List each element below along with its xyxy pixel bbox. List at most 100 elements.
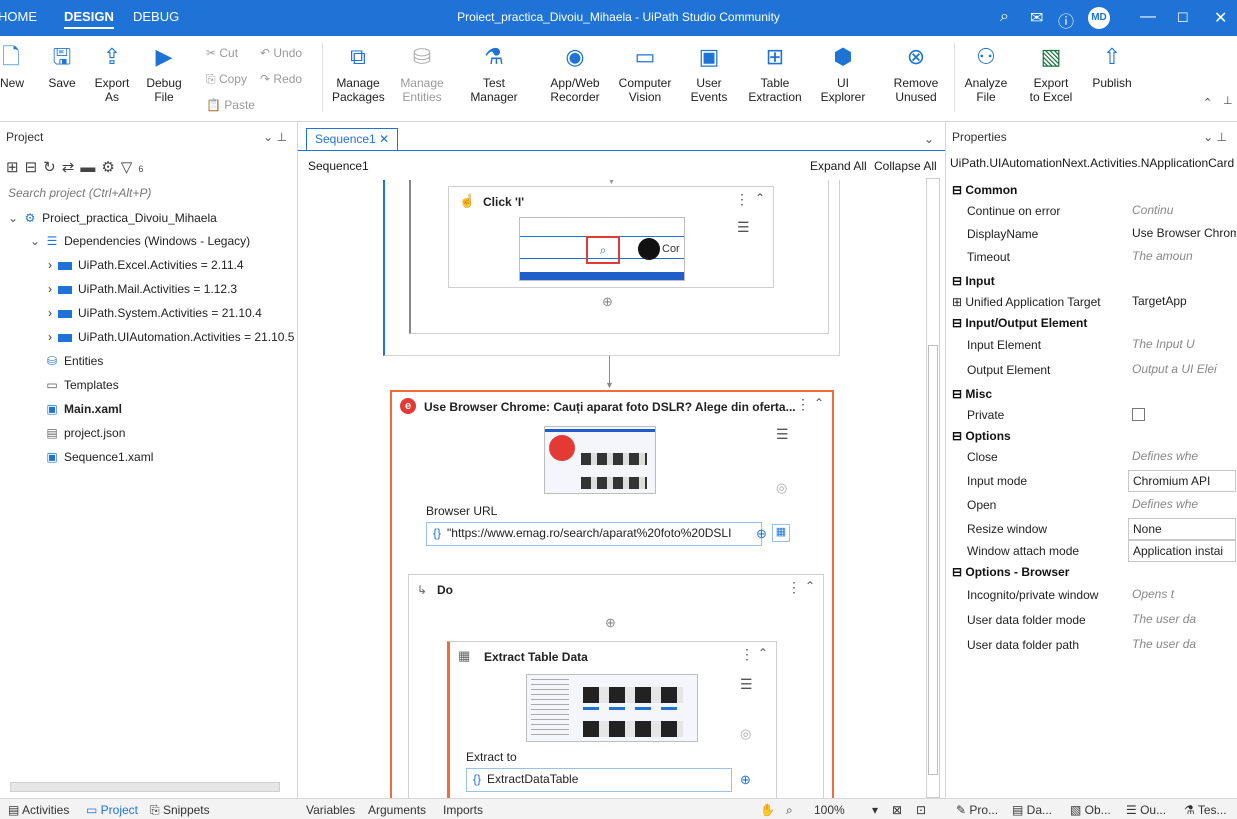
tree-entities[interactable]: ⛁ Entities [44,354,103,368]
pin-icon[interactable]: ⊥ [1223,94,1233,107]
expand-all-icon[interactable]: ⊞ [6,159,25,176]
hamburger-icon[interactable]: ☰ [740,676,753,693]
tree-file-project-json[interactable]: ▤ project.json [44,426,125,440]
hamburger-icon[interactable]: ☰ [737,219,750,236]
manage-packages-button[interactable]: ⧉ Manage Packages [332,42,385,104]
bottom-tab-project[interactable]: ▭ Project [86,803,138,817]
undo-button[interactable]: ↶ Undo [260,46,302,60]
prop-continue-on-error[interactable]: Continue on error Continu [946,200,1237,223]
zoom-dropdown-icon[interactable]: ▾ [872,803,878,817]
scrollbar-thumb[interactable] [928,345,938,775]
prop-close[interactable]: Close Defines whe [946,446,1237,469]
test-manager-button[interactable]: ⚗ Test Manager [466,42,522,104]
publish-button[interactable]: ⇧ Publish [1090,42,1134,90]
prop-value[interactable]: TargetApp [1128,291,1236,313]
prop-value[interactable]: The Input U [1128,334,1236,356]
browser-url-input[interactable]: {} "https://www.emag.ro/search/aparat%20f… [426,522,762,546]
tab-home[interactable]: HOME [0,9,37,24]
prop-input-mode[interactable]: Input mode Chromium API [946,470,1237,493]
table-extraction-button[interactable]: ⊞ Table Extraction [744,42,806,104]
collapse-activity-icon[interactable]: ⌃ [755,191,765,205]
tree-package-mail[interactable]: › UiPath.Mail.Activities = 1.12.3 [48,282,237,296]
close-tab-icon[interactable]: ✕ [379,132,389,146]
extract-to-input[interactable]: {} ExtractDataTable [466,768,732,792]
collapse-ribbon-icon[interactable]: ⌃ [1203,96,1212,109]
tree-root[interactable]: ⌄ ⚙ Proiect_practica_Divoiu_Mihaela [8,211,217,225]
extract-table-activity[interactable]: ▦ Extract Table Data ⋮ ⌃ ☰ ◎ Extract to … [447,641,777,798]
target-icon[interactable]: ◎ [740,726,751,742]
prop-incognito[interactable]: Incognito/private window Opens t [946,584,1237,607]
activity-menu-icon[interactable]: ⋮ [740,646,754,663]
collapse-all-link[interactable]: Collapse All [874,159,937,173]
target-icon[interactable]: ◎ [776,480,787,496]
prop-value[interactable]: Defines whe [1128,494,1236,516]
save-button[interactable]: 🖫 Save [45,42,79,90]
collapse-activity-icon[interactable]: ⌃ [814,396,824,410]
tree-package-uiautomation[interactable]: › UiPath.UIAutomation.Activities = 21.10.… [48,330,294,344]
tab-variables[interactable]: Variables [306,803,355,817]
prop-value[interactable]: Use Browser Chrome [1128,223,1236,245]
section-options[interactable]: ⊟ Options [946,426,1237,446]
ui-explorer-button[interactable]: ⬢ UI Explorer [818,42,868,104]
paste-button[interactable]: 📋 Paste [206,98,255,112]
analyze-file-button[interactable]: ⚇ Analyze File [962,42,1010,104]
filter-icon[interactable]: ▽ [121,159,139,176]
collapse-all-icon[interactable]: ⊟ [25,159,44,176]
collapse-activity-icon[interactable]: ⌃ [758,646,768,660]
prop-unified-target[interactable]: ⊞ Unified Application Target TargetApp [946,291,1237,314]
user-avatar[interactable]: MD [1088,7,1110,29]
bottom-tab-data-manager[interactable]: ▤ Da... [1012,803,1052,817]
minimize-icon[interactable]: — [1140,8,1156,26]
prop-private[interactable]: Private [946,404,1237,427]
tab-dropdown-icon[interactable]: ⌄ [924,132,934,146]
help-icon[interactable]: ⓘ [1058,8,1074,32]
computer-vision-button[interactable]: ▭ Computer Vision [616,42,674,104]
prop-window-attach[interactable]: Window attach mode Application instai [946,540,1237,563]
prop-user-data-mode[interactable]: User data folder mode The user da [946,609,1237,632]
hamburger-icon[interactable]: ☰ [776,426,789,443]
feedback-icon[interactable]: ✉ [1030,8,1043,28]
panel-options-icon[interactable]: ⌄ ⊥ [1203,130,1227,144]
maximize-icon[interactable]: ☐ [1177,10,1189,26]
manage-entities-button[interactable]: ⛁ Manage Entities [398,42,446,104]
new-button[interactable]: 🗋 New [0,42,24,90]
activity-menu-icon[interactable]: ⋮ [796,396,810,413]
section-misc[interactable]: ⊟ Misc [946,384,1237,404]
tree-templates[interactable]: ▭ Templates [44,378,118,392]
export-as-button[interactable]: ⇪ Export As [90,42,134,104]
prop-resize-window[interactable]: Resize window None [946,518,1237,541]
pick-browser-icon[interactable]: ▦ [772,524,790,542]
tree-package-system[interactable]: › UiPath.System.Activities = 21.10.4 [48,306,262,320]
tree-file-sequence1[interactable]: ▣ Sequence1.xaml [44,450,153,464]
prop-value[interactable]: Defines whe [1128,446,1236,468]
tab-arguments[interactable]: Arguments [368,803,426,817]
tab-imports[interactable]: Imports [443,803,483,817]
bottom-tab-test-explorer[interactable]: ⚗ Tes... [1184,803,1227,817]
doc-tab-sequence1[interactable]: Sequence1 ✕ [306,128,399,150]
copy-button[interactable]: ⎘ Copy [206,72,247,87]
tree-package-excel[interactable]: › UiPath.Excel.Activities = 2.11.4 [48,258,244,272]
prop-input-element[interactable]: Input Element The Input U [946,334,1237,357]
bottom-tab-properties[interactable]: ✎ Pro... [956,803,998,817]
add-value-icon[interactable]: ⊕ [740,772,751,788]
tab-debug[interactable]: DEBUG [133,9,179,24]
bottom-tab-activities[interactable]: ▤ Activities [8,803,69,817]
debug-file-button[interactable]: ▶ Debug File [142,42,186,104]
add-activity-icon[interactable]: ⊕ [605,615,616,631]
pan-icon[interactable]: ✋ [760,803,775,817]
prop-open[interactable]: Open Defines whe [946,494,1237,517]
zoom-icon[interactable]: ⌕ [786,803,793,818]
sync-icon[interactable]: ⇄ [62,159,81,176]
recorder-button[interactable]: ◉ App/Web Recorder [546,42,604,104]
add-activity-icon[interactable]: ⊕ [602,294,613,310]
section-io-element[interactable]: ⊟ Input/Output Element [946,313,1237,333]
prop-value[interactable]: The user da [1128,609,1236,631]
search-icon[interactable]: ⌕ [1000,8,1009,26]
fit-to-screen-icon[interactable]: ⊠ [892,803,902,817]
prop-display-name[interactable]: DisplayName Use Browser Chrome [946,223,1237,246]
bottom-tab-outline[interactable]: ☰ Ou... [1126,803,1166,817]
horizontal-scrollbar[interactable] [10,782,280,792]
tab-design[interactable]: DESIGN [64,9,114,29]
private-checkbox[interactable] [1132,408,1145,421]
panel-options-icon[interactable]: ⌄ ⊥ [263,130,287,144]
